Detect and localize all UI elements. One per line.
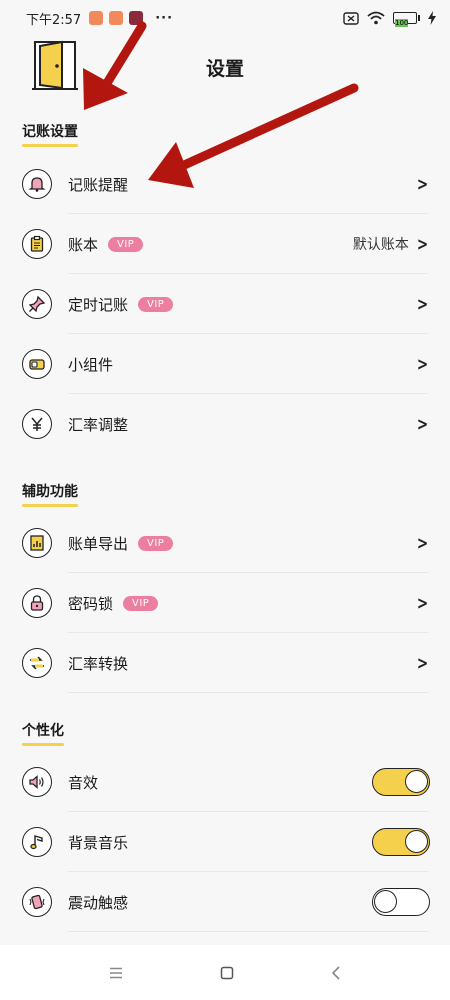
row-label: 账单导出 bbox=[68, 534, 129, 553]
status-bar: 下午2:57 ··· 100 bbox=[0, 0, 450, 36]
settings-row-ledger[interactable]: 账本 VIP 默认账本 > bbox=[0, 214, 450, 274]
back-icon[interactable] bbox=[331, 965, 341, 980]
chevron-right-icon: > bbox=[416, 413, 429, 435]
section-title-assist: 辅助功能 bbox=[22, 481, 78, 507]
music-note-icon bbox=[22, 827, 52, 857]
row-label: 音效 bbox=[68, 773, 99, 792]
exchange-icon bbox=[22, 648, 52, 678]
row-label: 记账提醒 bbox=[68, 175, 129, 194]
row-label: 汇率调整 bbox=[68, 415, 129, 434]
toggle-knob bbox=[405, 770, 428, 793]
vip-badge: VIP bbox=[138, 535, 174, 551]
vip-badge: VIP bbox=[138, 296, 174, 312]
more-notifications-icon: ··· bbox=[155, 10, 174, 26]
vip-badge: VIP bbox=[108, 236, 144, 252]
row-label: 小组件 bbox=[68, 355, 114, 374]
row-label: 密码锁 bbox=[68, 594, 114, 613]
app-notification-icon bbox=[89, 11, 104, 25]
vip-badge: VIP bbox=[123, 595, 159, 611]
settings-row-rate-convert[interactable]: 汇率转换 > bbox=[0, 633, 450, 693]
row-label: 背景音乐 bbox=[68, 833, 129, 852]
system-nav-bar bbox=[0, 945, 450, 1000]
yen-icon bbox=[22, 409, 52, 439]
ledger-value: 默认账本 bbox=[352, 237, 409, 253]
chevron-right-icon: > bbox=[416, 652, 429, 674]
lock-icon bbox=[22, 588, 52, 618]
settings-row-music: 背景音乐 bbox=[0, 812, 450, 872]
chevron-right-icon: > bbox=[416, 233, 429, 255]
chevron-right-icon: > bbox=[416, 592, 429, 614]
status-time: 下午2:57 bbox=[26, 12, 82, 28]
toggle-knob bbox=[374, 890, 397, 913]
charging-icon bbox=[428, 11, 436, 25]
settings-row-passcode[interactable]: 密码锁 VIP > bbox=[0, 573, 450, 633]
settings-row-vibrate: 震动触感 bbox=[0, 872, 450, 932]
toggle-knob bbox=[405, 830, 428, 853]
music-toggle[interactable] bbox=[372, 828, 430, 856]
row-label: 账本 bbox=[68, 235, 99, 254]
sound-toggle[interactable] bbox=[372, 768, 430, 796]
chart-doc-icon bbox=[22, 528, 52, 558]
sim-disabled-icon bbox=[343, 11, 359, 25]
chevron-right-icon: > bbox=[416, 173, 429, 195]
section-title-bookkeeping: 记账设置 bbox=[22, 121, 78, 147]
clipboard-icon bbox=[22, 229, 52, 259]
section-title-personal: 个性化 bbox=[22, 720, 64, 746]
row-label: 定时记账 bbox=[68, 295, 129, 314]
chevron-right-icon: > bbox=[416, 532, 429, 554]
battery-icon: 100 bbox=[393, 12, 420, 27]
speaker-icon bbox=[22, 767, 52, 797]
bell-icon bbox=[22, 169, 52, 199]
app-notification-icon bbox=[109, 11, 124, 25]
home-icon[interactable] bbox=[220, 966, 234, 980]
header: 设置 bbox=[0, 36, 450, 108]
settings-row-widget[interactable]: 小组件 > bbox=[0, 334, 450, 394]
menu-icon[interactable] bbox=[109, 967, 123, 979]
chevron-right-icon: > bbox=[416, 353, 429, 375]
settings-row-export[interactable]: 账单导出 VIP > bbox=[0, 513, 450, 573]
chevron-right-icon: > bbox=[416, 293, 429, 315]
page-title: 设置 bbox=[205, 58, 244, 80]
pin-icon bbox=[22, 289, 52, 319]
wifi-icon bbox=[367, 11, 385, 25]
row-label: 汇率转换 bbox=[68, 654, 129, 673]
vibrate-toggle[interactable] bbox=[372, 888, 430, 916]
vibrate-icon bbox=[22, 887, 52, 917]
settings-row-reminder[interactable]: 记账提醒 > bbox=[0, 154, 450, 214]
row-label: 震动触感 bbox=[68, 893, 129, 912]
settings-row-scheduled[interactable]: 定时记账 VIP > bbox=[0, 274, 450, 334]
settings-row-rate-adjust[interactable]: 汇率调整 > bbox=[0, 394, 450, 454]
settings-row-sound: 音效 bbox=[0, 752, 450, 812]
widget-icon bbox=[22, 349, 52, 379]
app-notification-icon bbox=[129, 11, 144, 25]
